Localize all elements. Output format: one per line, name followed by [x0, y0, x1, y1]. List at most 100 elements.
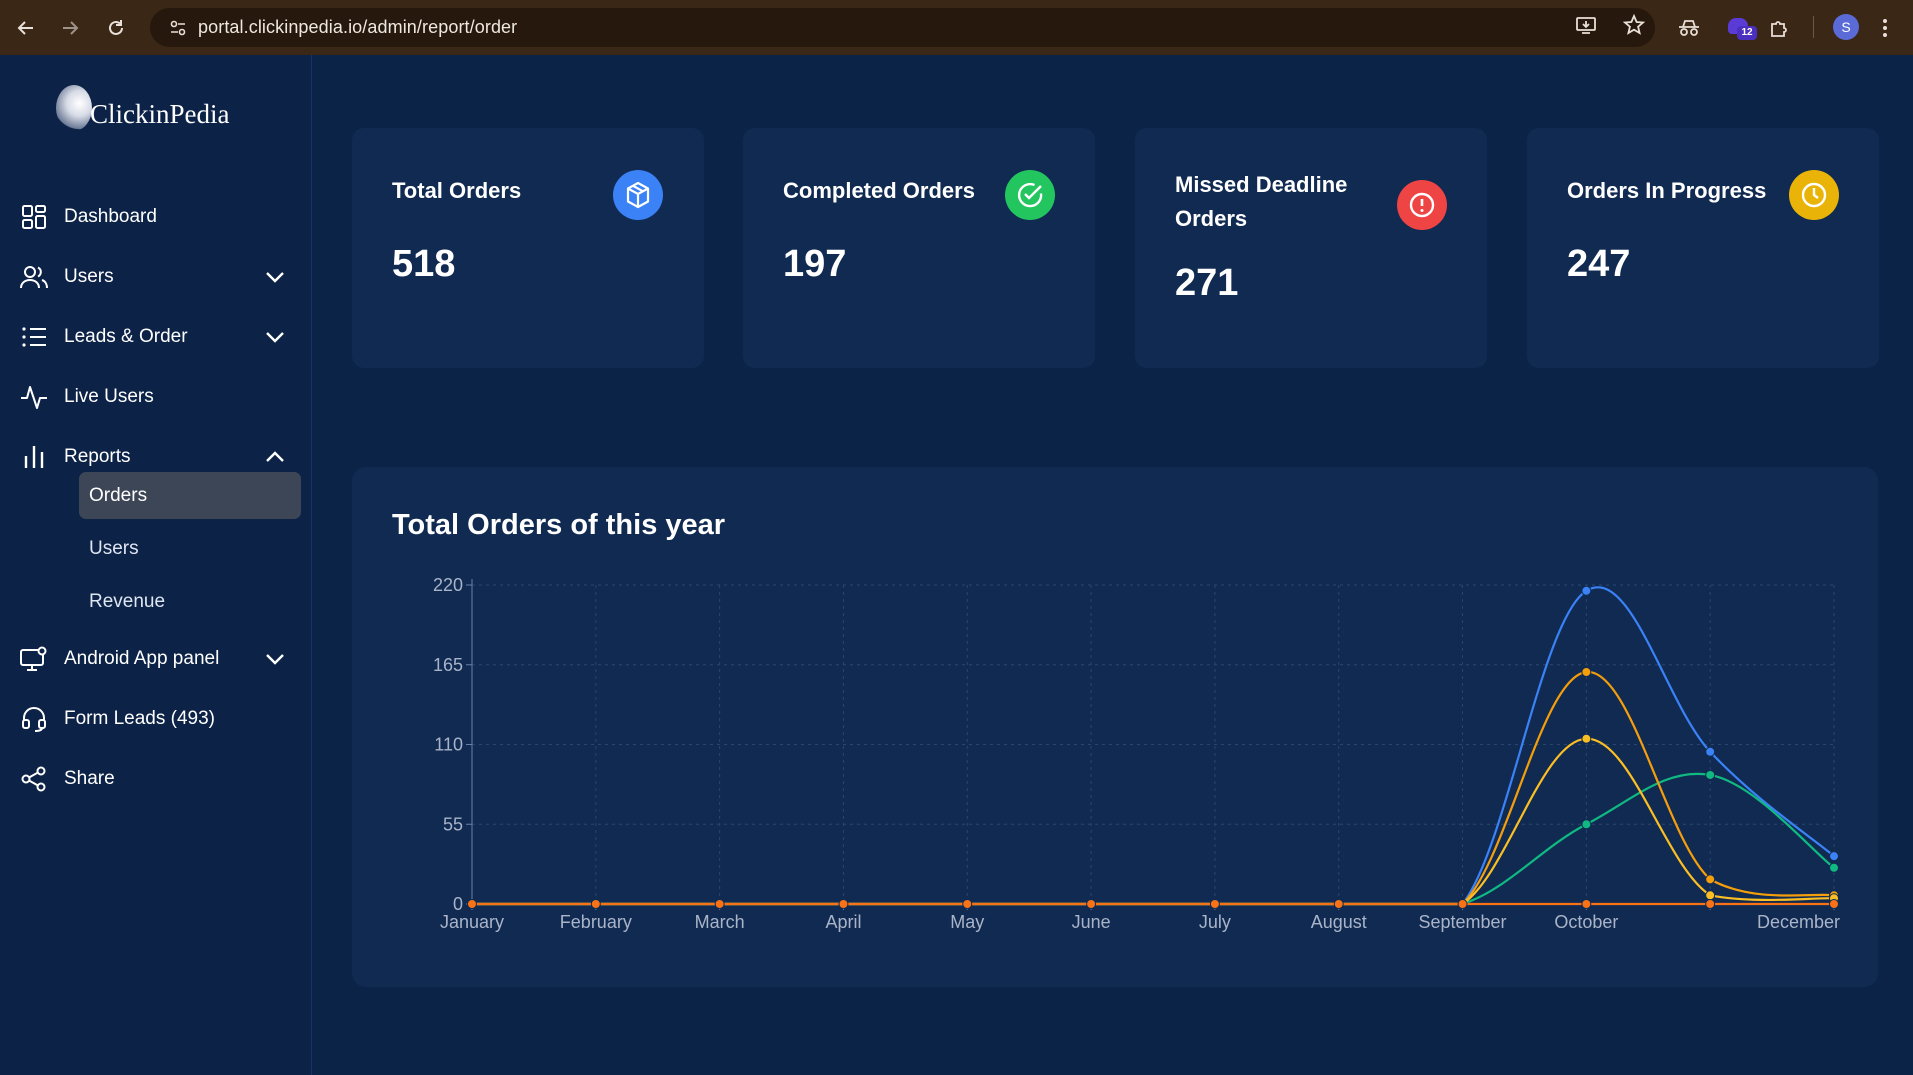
sidebar-subitem-revenue[interactable]: Revenue: [79, 578, 301, 625]
sidebar-item-share[interactable]: Share: [0, 757, 312, 801]
share-icon: [20, 765, 48, 793]
data-point: [1581, 733, 1592, 744]
x-tick-label: July: [1199, 912, 1231, 932]
sidebar-item-label: Leads & Order: [64, 326, 188, 347]
forward-icon[interactable]: [48, 0, 92, 55]
y-tick-label: 220: [433, 575, 463, 595]
card-title: Missed Deadline: [1175, 172, 1348, 197]
sidebar-item-android-app-panel[interactable]: Android App panel: [0, 637, 312, 681]
site-settings-icon[interactable]: [158, 18, 198, 38]
sidebar-item-label: Live Users: [64, 386, 154, 407]
x-tick-label: April: [825, 912, 861, 932]
extension-badge: 12: [1737, 26, 1757, 40]
chevron-up-icon[interactable]: [264, 446, 286, 468]
data-point: [962, 899, 973, 909]
toolbar-divider: [1813, 16, 1814, 38]
sidebar: ClickinPedia Dashboard Users Leads & Ord…: [0, 55, 312, 1075]
data-point: [838, 899, 849, 909]
data-point: [1829, 851, 1839, 862]
y-tick-label: 55: [443, 814, 463, 834]
series-line-3: [472, 737, 1835, 906]
x-tick-label: January: [440, 912, 504, 932]
data-point: [1705, 769, 1716, 780]
series-line-1: [472, 772, 1835, 906]
data-point: [467, 899, 477, 909]
brand-logo[interactable]: ClickinPedia: [56, 83, 229, 133]
data-point: [590, 899, 601, 909]
sidebar-item-leads-order[interactable]: Leads & Order: [0, 315, 312, 359]
sidebar-item-label: Form Leads (493): [64, 708, 216, 729]
sidebar-item-users[interactable]: Users: [0, 255, 312, 299]
orders-chart-panel: Total Orders of this year 0 55 110 165 220 Ja…: [352, 467, 1878, 987]
chevron-down-icon[interactable]: [264, 326, 286, 348]
sidebar-item-form-leads[interactable]: Form Leads (493): [0, 697, 312, 741]
sidebar-subitem-label: Users: [89, 537, 139, 559]
globe-logo-icon: [56, 85, 92, 131]
browser-toolbar: portal.clickinpedia.io/admin/report/orde…: [0, 0, 1913, 55]
data-point: [1581, 667, 1592, 677]
extension-icon[interactable]: 12: [1728, 16, 1757, 42]
users-icon: [20, 263, 48, 291]
orders-in-progress-card: Orders In Progress 247: [1527, 128, 1879, 368]
sidebar-item-label: Dashboard: [64, 206, 157, 227]
sidebar-subitem-users[interactable]: Users: [79, 525, 301, 572]
logo-text: ClickinPedia: [90, 98, 230, 129]
card-value: 247: [1567, 243, 1631, 285]
x-tick-label: August: [1311, 912, 1367, 932]
list-icon: [20, 323, 48, 351]
card-value: 271: [1175, 262, 1239, 304]
profile-avatar[interactable]: S: [1833, 14, 1859, 40]
sidebar-item-dashboard[interactable]: Dashboard: [0, 195, 312, 239]
back-icon[interactable]: [4, 0, 48, 55]
menu-kebab-icon[interactable]: [1882, 0, 1888, 55]
data-point: [1333, 899, 1344, 909]
y-tick-label: 0: [453, 894, 463, 914]
incognito-extension-icon[interactable]: [1676, 0, 1702, 55]
sidebar-subitem-label: Revenue: [89, 590, 166, 612]
address-bar[interactable]: portal.clickinpedia.io/admin/report/orde…: [150, 8, 1655, 47]
completed-orders-card: Completed Orders 197: [743, 128, 1095, 368]
install-app-icon[interactable]: [1575, 15, 1597, 40]
monitor-settings-icon: [20, 645, 48, 673]
card-title: Completed Orders: [783, 178, 975, 203]
clock-icon: [1789, 170, 1839, 220]
x-tick-label: October: [1554, 912, 1618, 932]
sidebar-subitem-orders[interactable]: Orders: [79, 472, 301, 519]
series-line-2: [472, 670, 1835, 906]
data-point: [1581, 899, 1592, 909]
alert-circle-icon: [1397, 180, 1447, 230]
total-orders-card: Total Orders 518: [352, 128, 704, 368]
x-tick-label: March: [695, 912, 745, 932]
data-point: [1581, 585, 1592, 596]
sidebar-item-label: Android App panel: [64, 648, 220, 669]
data-point: [1829, 862, 1839, 873]
check-circle-icon: [1005, 170, 1055, 220]
y-tick-label: 165: [433, 655, 463, 675]
data-point: [1705, 899, 1716, 909]
data-point: [1581, 819, 1592, 830]
x-tick-label: June: [1072, 912, 1111, 932]
sidebar-item-live-users[interactable]: Live Users: [0, 375, 312, 419]
card-value: 518: [392, 243, 456, 285]
extensions-puzzle-icon[interactable]: [1768, 0, 1790, 55]
sidebar-item-label: Users: [64, 266, 114, 287]
chevron-down-icon[interactable]: [264, 648, 286, 670]
data-point: [1086, 899, 1097, 909]
x-tick-label: February: [560, 912, 632, 932]
activity-icon: [20, 383, 48, 411]
reload-icon[interactable]: [94, 0, 138, 55]
card-title-line2: Orders: [1175, 206, 1248, 231]
data-point: [714, 899, 725, 909]
x-tick-label: May: [950, 912, 984, 932]
url-text: portal.clickinpedia.io/admin/report/orde…: [198, 17, 518, 37]
bookmark-star-icon[interactable]: [1622, 13, 1646, 41]
sidebar-item-label: Reports: [64, 446, 131, 467]
headset-icon: [20, 705, 48, 733]
box-icon: [613, 170, 663, 220]
data-point: [1209, 899, 1220, 909]
orders-line-chart: 0 55 110 165 220 January February March April May…: [433, 575, 1840, 932]
missed-deadline-card: Missed Deadline Orders 271: [1135, 128, 1487, 368]
chevron-down-icon[interactable]: [264, 266, 286, 288]
dashboard-icon: [20, 203, 48, 231]
y-tick-label: 110: [434, 735, 463, 755]
